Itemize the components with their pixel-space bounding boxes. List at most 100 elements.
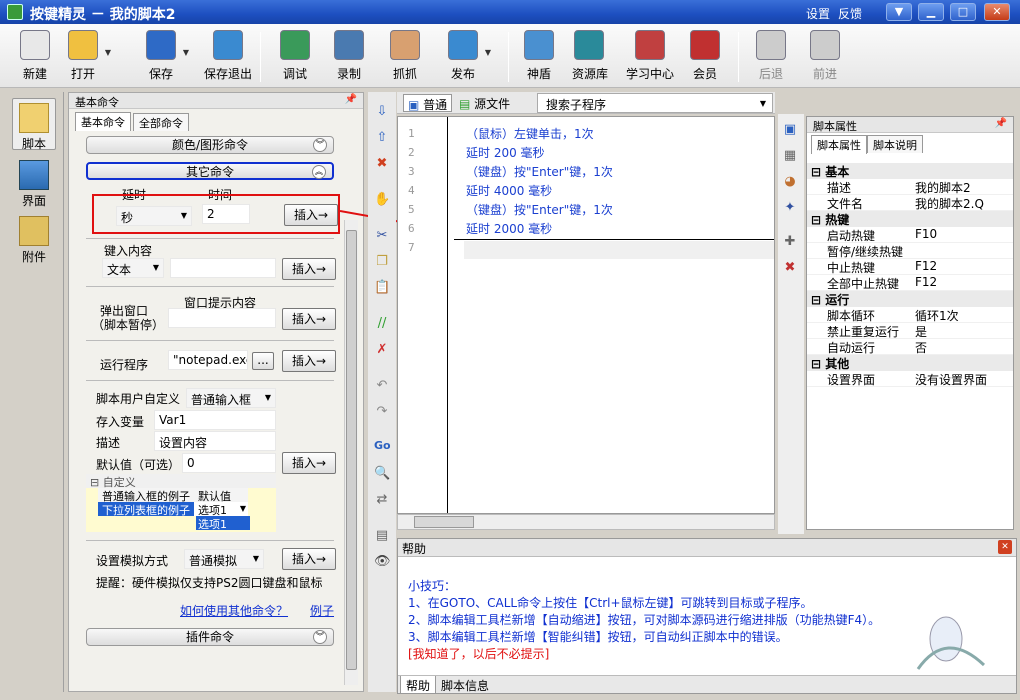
delay-unit-select[interactable]: 秒 ▼ [116,206,192,226]
toolbar-debug-button[interactable]: 调试 [278,30,312,84]
script-editor[interactable]: 1 （鼠标）左键单击，1次 2 延时 200 毫秒 3 （键盘）按"Enter"键，1次 4… [397,116,775,514]
desc-input[interactable]: 设置内容 [154,431,276,451]
menu-dropdown-button[interactable]: ▼ [886,3,912,21]
feedback-link[interactable]: 反馈 [838,5,862,22]
delete-icon[interactable]: ✖ [374,156,390,172]
code-line[interactable]: 延时 4000 毫秒 [466,182,552,199]
tab-normal[interactable]: ▣ 普通 [403,94,453,112]
property-row[interactable]: 中止热键 F12 [807,259,1013,275]
keyin-type-select[interactable]: 文本 ▼ [102,258,164,278]
group-plugin-commands[interactable]: 插件命令 ︾ [86,628,334,646]
toolbar-resource-library-button[interactable]: 资源库 [572,30,608,84]
insert-delay-button[interactable]: 插入→ [284,204,338,226]
keyin-content-input[interactable] [170,258,276,278]
cut-icon[interactable]: ✂ [374,228,390,244]
uncomment-icon[interactable]: ✗ [374,342,390,358]
tab-help[interactable]: 帮助 [400,676,437,694]
nav-interface[interactable]: 界面 [12,160,56,208]
tab-script-info[interactable]: 脚本信息 [436,676,494,694]
hand-icon[interactable]: ✋ [374,192,390,208]
nav-attachment[interactable]: 附件 [12,216,56,264]
toolbar-member-button[interactable]: 会员 [688,30,722,84]
tab-basic-commands[interactable]: 基本命令 [75,112,131,131]
tab-script-description[interactable]: 脚本说明 [867,135,923,153]
example-link[interactable]: 例子 [310,602,334,619]
toolbar-grab-hand-button[interactable]: 抓抓 [388,30,422,84]
property-row[interactable]: 设置界面 没有设置界面 [807,371,1013,387]
toolbar-learning-center-button[interactable]: 学习中心 [626,30,674,84]
insert-run-button[interactable]: 插入→ [282,350,336,372]
toolbar-shield-button[interactable]: 神盾 [522,30,556,84]
custom-dropdown-option[interactable]: 选项1 [196,516,250,531]
run-program-input[interactable]: "notepad.exe" [168,350,248,370]
property-row[interactable]: 暂停/继续热键 [807,243,1013,259]
add-tool-icon[interactable]: ✚ [782,234,798,250]
insert-popup-button[interactable]: 插入→ [282,308,336,330]
toolbar-new-file-button[interactable]: 新建 [18,30,52,84]
property-row[interactable]: 描述 我的脚本2 [807,179,1013,195]
nav-script[interactable]: 脚本 [12,98,56,151]
property-row[interactable]: 禁止重复运行 是 [807,323,1013,339]
comment-icon[interactable]: // [374,316,390,332]
undo-icon[interactable]: ↶ [374,378,390,394]
property-row[interactable]: 脚本循环 循环1次 [807,307,1013,323]
editor-hscrollbar[interactable] [397,514,775,530]
dismiss-tips-link[interactable]: [我知道了，以后不必提示] [408,645,549,662]
maximize-button[interactable]: □ [950,3,976,21]
browse-button[interactable]: ... [252,352,274,370]
collapse-icon[interactable]: ⊟ [811,213,825,227]
minimize-button[interactable]: ▁ [918,3,944,21]
property-section[interactable]: ⊟ 其他 [807,355,1013,371]
remove-tool-icon[interactable]: ✖ [782,260,798,276]
help-other-commands-link[interactable]: 如何使用其他命令？ [180,602,288,619]
property-section[interactable]: ⊟ 热键 [807,211,1013,227]
toolbar-forward-arrow-button[interactable]: 前进 [808,30,842,84]
palette-icon[interactable]: ◕ [782,174,798,190]
toolbar-back-arrow-button[interactable]: 后退 [754,30,788,84]
property-row[interactable]: 全部中止热键 F12 [807,275,1013,291]
pin-icon[interactable]: 📌 [995,118,1007,129]
chevron-down-icon[interactable]: ▼ [105,48,111,57]
close-button[interactable]: ✕ [984,3,1010,21]
property-section[interactable]: ⊟ 基本 [807,163,1013,179]
toolbar-save-exit-button[interactable]: 保存退出 [204,30,252,84]
tab-script-properties[interactable]: 脚本属性 [811,135,867,154]
command-scrollbar[interactable] [344,220,358,685]
code-line[interactable]: （鼠标）左键单击，1次 [466,125,594,142]
default-value-input[interactable]: 0 [182,453,276,473]
insert-keyin-button[interactable]: 插入→ [282,258,336,280]
properties-icon[interactable]: ▣ [782,122,798,138]
collapse-icon[interactable]: ⊟ [811,165,825,179]
tab-source[interactable]: ▤ 源文件 [455,94,514,112]
chevron-down-icon[interactable]: ▼ [183,48,189,57]
puzzle-icon[interactable]: ✦ [782,200,798,216]
calculator-icon[interactable]: ▦ [782,148,798,164]
copy-icon[interactable]: ❐ [374,254,390,270]
property-row[interactable]: 自动运行 否 [807,339,1013,355]
move-up-icon[interactable]: ⇧ [374,130,390,146]
delay-value-input[interactable]: 2 [202,204,250,224]
editor-hscrollbar-thumb[interactable] [414,516,474,528]
code-line[interactable]: 延时 200 毫秒 [466,144,545,161]
settings-link[interactable]: 设置 [806,5,830,22]
insert-user-define-button[interactable]: 插入→ [282,452,336,474]
toolbar-folder-open-button[interactable]: 打开 ▼ [66,30,111,84]
group-other-commands[interactable]: 其它命令 ︽ [86,162,334,180]
goto-icon[interactable]: Go [374,438,391,454]
property-section[interactable]: ⊟ 运行 [807,291,1013,307]
code-line[interactable]: （键盘）按"Enter"键，1次 [466,201,613,218]
toolbar-record-camera-button[interactable]: 录制 [332,30,366,84]
insert-sim-button[interactable]: 插入→ [282,548,336,570]
code-line[interactable]: （键盘）按"Enter"键，1次 [466,163,613,180]
tab-all-commands[interactable]: 全部命令 [133,113,189,131]
page-icon[interactable]: ▤ [374,528,390,544]
user-define-type-select[interactable]: 普通输入框 ▼ [186,388,276,408]
command-scrollbar-thumb[interactable] [346,230,357,670]
save-var-input[interactable]: Var1 [154,410,276,430]
subroutine-search[interactable]: 搜索子程序 ▼ [537,93,773,113]
popup-content-input[interactable] [168,308,276,328]
pin-icon[interactable]: 📌 [345,94,357,105]
chevron-down-icon[interactable]: ▼ [485,48,491,57]
property-row[interactable]: 启动热键 F10 [807,227,1013,243]
group-image-commands[interactable]: 颜色/图形命令 ︾ [86,136,334,154]
